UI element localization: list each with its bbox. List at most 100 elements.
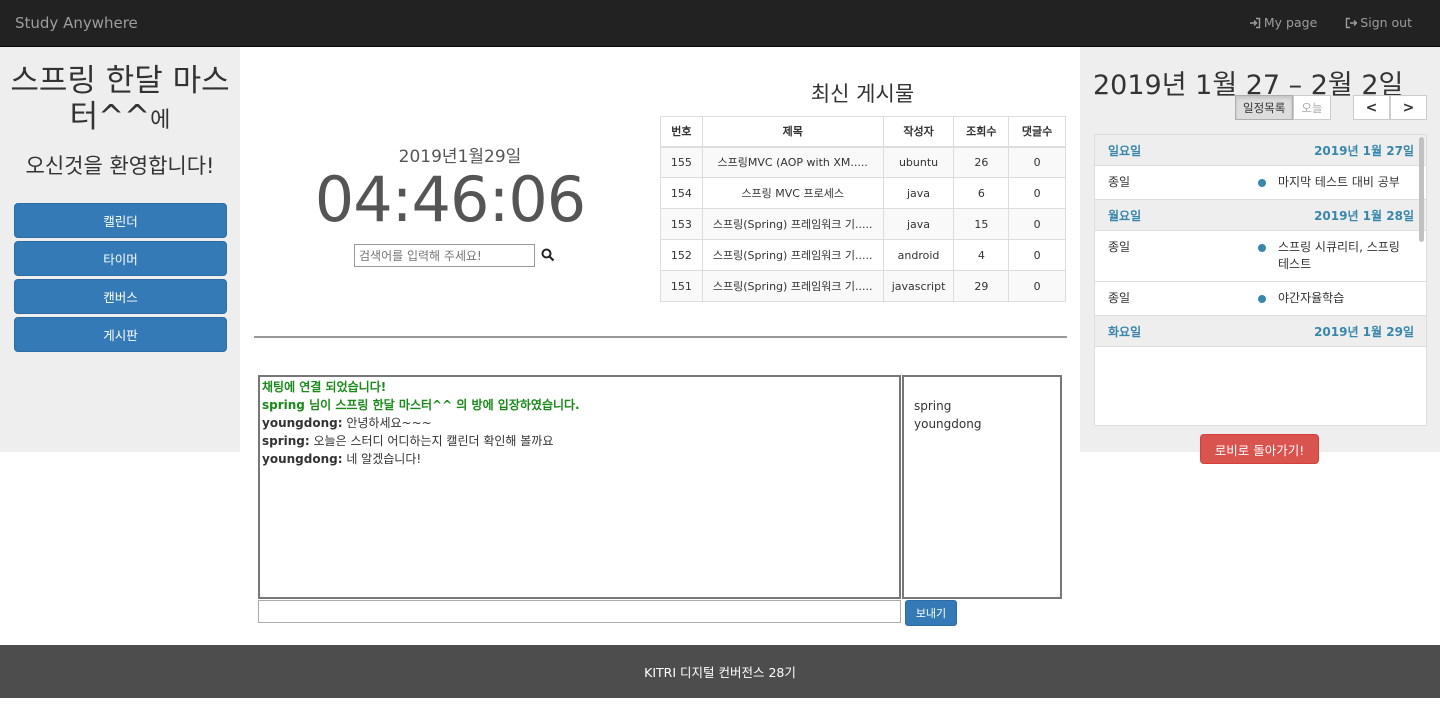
cell-title[interactable]: 스프링(Spring) 프레임워크 기..... <box>701 270 884 302</box>
sign-out-label: Sign out <box>1360 15 1412 30</box>
cell-number: 152 <box>660 239 703 271</box>
chat-log[interactable]: 채팅에 연결 되었습니다! spring 님이 스프링 한달 마스터^^ 의 방… <box>258 375 901 599</box>
welcome-text: 오신것을 환영합니다! <box>25 154 215 178</box>
event-title: 야간자율학습 <box>1278 291 1345 305</box>
event-dot-icon <box>1258 244 1266 252</box>
calendar-scrollbar[interactable] <box>1419 137 1424 242</box>
sign-out-link[interactable]: Sign out <box>1345 15 1412 30</box>
section-divider <box>254 336 1067 338</box>
table-row[interactable]: 155 스프링MVC (AOP with XM..... ubuntu 26 0 <box>660 146 1066 178</box>
chat-enter-user: spring <box>262 398 305 412</box>
chat-system-message: 채팅에 연결 되었습니다! <box>262 380 387 394</box>
my-page-label: My page <box>1263 15 1318 30</box>
event-dot-icon <box>1258 295 1266 303</box>
col-number: 번호 <box>660 116 703 148</box>
cell-views: 6 <box>953 177 1010 209</box>
footer: KITRI 디지털 컨버전스 28기 <box>0 645 1440 698</box>
table-row[interactable]: 152 스프링(Spring) 프레임워크 기..... android 4 0 <box>660 239 1066 271</box>
cell-title[interactable]: 스프링 MVC 프로세스 <box>701 177 884 209</box>
cell-comments: 0 <box>1008 239 1066 271</box>
event-time: 종일 <box>1108 175 1131 189</box>
date-label[interactable]: 2019년 1월 27일 <box>1314 142 1414 159</box>
table-row[interactable]: 154 스프링 MVC 프로세스 java 6 0 <box>660 177 1066 209</box>
table-row[interactable]: 153 스프링(Spring) 프레임워크 기..... java 15 0 <box>660 208 1066 240</box>
col-title: 제목 <box>701 116 884 148</box>
col-comments: 댓글수 <box>1008 116 1066 148</box>
chat-sender: spring: <box>262 434 310 448</box>
chat-text: 네 알겠습니다! <box>342 452 422 466</box>
cell-author: java <box>882 208 955 240</box>
back-to-lobby-button[interactable]: 로비로 돌아가기! <box>1200 434 1319 464</box>
calendar-panel: 2019년 1월 27 – 2월 2일 일정목록 오늘 < > 일요일 2019… <box>1080 47 1440 452</box>
chevron-left-icon[interactable]: < <box>1353 95 1390 120</box>
cell-author: ubuntu <box>882 146 955 178</box>
chat-text: 오늘은 스터디 어디하는지 캘린더 확인해 볼까요 <box>309 434 554 448</box>
board-title: 최신 게시물 <box>810 82 915 106</box>
chat-text: 안녕하세요~~~ <box>342 416 432 430</box>
canvas-button[interactable]: 캔버스 <box>14 279 227 314</box>
chat-sender: youngdong: <box>262 416 343 430</box>
cell-views: 26 <box>953 146 1010 178</box>
table-row[interactable]: 151 스프링(Spring) 프레임워크 기..... javascript … <box>660 270 1066 302</box>
room-title-text: 스프링 한달 마스터^^ <box>10 63 230 135</box>
user-list-item: youngdong <box>914 417 982 431</box>
weekday-label[interactable]: 일요일 <box>1108 142 1141 159</box>
calendar-day-header: 일요일 2019년 1월 27일 <box>1095 135 1426 166</box>
cell-comments: 0 <box>1008 146 1066 178</box>
weekday-label[interactable]: 월요일 <box>1108 207 1141 224</box>
left-sidebar: 스프링 한달 마스터^^에 오신것을 환영합니다! 캘린더 타이머 캔버스 게시… <box>0 47 240 452</box>
event-title: 마지막 테스트 대비 공부 <box>1278 175 1400 189</box>
chat-message: youngdong: 네 알겠습니다! <box>262 450 897 468</box>
calendar-event[interactable]: 종일 마지막 테스트 대비 공부 <box>1095 166 1426 200</box>
event-time: 종일 <box>1108 240 1131 254</box>
calendar-button[interactable]: 캘린더 <box>14 203 227 238</box>
board-button[interactable]: 게시판 <box>14 317 227 352</box>
top-navbar: Study Anywhere My page Sign out <box>0 0 1440 47</box>
footer-text: KITRI 디지털 컨버전스 28기 <box>644 665 796 680</box>
user-list: spring youngdong <box>902 375 1062 599</box>
brand-link[interactable]: Study Anywhere <box>15 14 138 32</box>
login-icon <box>1249 17 1261 28</box>
cell-number: 154 <box>660 177 703 209</box>
chat-message-input[interactable] <box>258 600 901 623</box>
cell-views: 15 <box>953 208 1010 240</box>
user-list-item: spring <box>914 399 952 413</box>
cell-title[interactable]: 스프링(Spring) 프레임워크 기..... <box>701 208 884 240</box>
search-input[interactable] <box>354 244 535 267</box>
timer-button[interactable]: 타이머 <box>14 241 227 276</box>
event-title: 스프링 시큐리티, 스프링 테스트 <box>1278 240 1400 271</box>
cell-comments: 0 <box>1008 270 1066 302</box>
col-views: 조회수 <box>953 116 1010 148</box>
cell-title[interactable]: 스프링MVC (AOP with XM..... <box>701 146 884 178</box>
event-time: 종일 <box>1108 291 1131 305</box>
col-author: 작성자 <box>882 116 955 148</box>
cell-views: 4 <box>953 239 1010 271</box>
list-view-button[interactable]: 일정목록 <box>1235 95 1294 120</box>
chevron-right-icon[interactable]: > <box>1390 95 1427 120</box>
calendar-view-buttons: 일정목록 오늘 <box>1235 95 1331 120</box>
cell-comments: 0 <box>1008 177 1066 209</box>
calendar-event-list[interactable]: 일요일 2019년 1월 27일 종일 마지막 테스트 대비 공부 월요일 20… <box>1094 134 1427 426</box>
cell-title[interactable]: 스프링(Spring) 프레임워크 기..... <box>701 239 884 271</box>
calendar-nav: < > <box>1353 95 1427 120</box>
date-label[interactable]: 2019년 1월 29일 <box>1314 323 1414 340</box>
nav-right: My page Sign out <box>1249 15 1412 30</box>
calendar-event[interactable]: 종일 야간자율학습 <box>1095 282 1426 316</box>
cell-author: android <box>882 239 955 271</box>
send-button[interactable]: 보내기 <box>905 600 957 626</box>
today-button[interactable]: 오늘 <box>1293 95 1331 120</box>
chat-sender: youngdong: <box>262 452 343 466</box>
chat-message: youngdong: 안녕하세요~~~ <box>262 414 897 432</box>
weekday-label[interactable]: 화요일 <box>1108 323 1141 340</box>
recent-posts-table: 번호 제목 작성자 조회수 댓글수 155 스프링MVC (AOP with X… <box>660 116 1066 302</box>
room-title: 스프링 한달 마스터^^에 <box>0 63 240 139</box>
search-icon[interactable] <box>541 248 555 262</box>
date-label[interactable]: 2019년 1월 28일 <box>1314 207 1414 224</box>
calendar-day-header: 화요일 2019년 1월 29일 <box>1095 316 1426 347</box>
cell-author: java <box>882 177 955 209</box>
my-page-link[interactable]: My page <box>1249 15 1317 30</box>
cell-number: 155 <box>660 146 703 178</box>
chat-message: spring: 오늘은 스터디 어디하는지 캘린더 확인해 볼까요 <box>262 432 897 450</box>
cell-comments: 0 <box>1008 208 1066 240</box>
calendar-event[interactable]: 종일 스프링 시큐리티, 스프링 테스트 <box>1095 231 1426 282</box>
